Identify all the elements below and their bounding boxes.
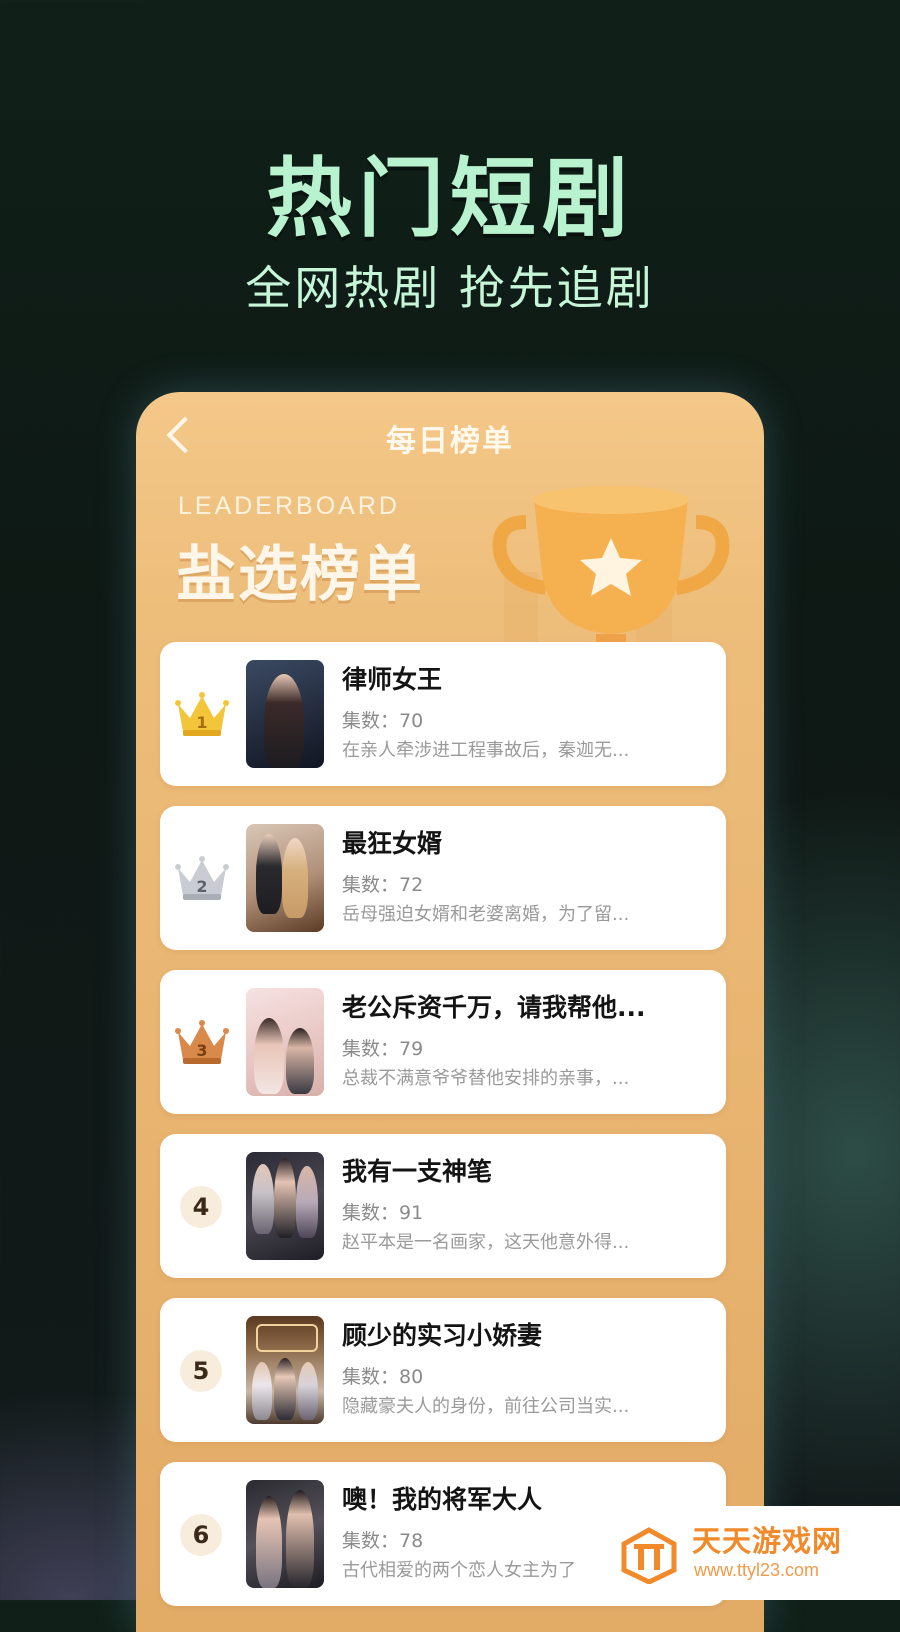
list-item[interactable]: 3 老公斥资千万，请我帮他... 集数：79 总裁不满意爷爷替他安排的亲事，..… bbox=[160, 970, 726, 1114]
poster-image[interactable] bbox=[246, 1480, 324, 1588]
banner-title: 盐选榜单 bbox=[176, 540, 424, 610]
bronze-crown-icon: 3 bbox=[175, 1020, 229, 1064]
rank-number: 5 bbox=[180, 1350, 222, 1392]
item-description: 岳母强迫女婿和老婆离婚，为了留... bbox=[342, 904, 630, 925]
item-title: 我有一支神笔 bbox=[342, 1157, 493, 1186]
watermark-url: www.ttyl23.com bbox=[694, 1560, 820, 1580]
watermark-logo-icon bbox=[621, 1527, 677, 1584]
item-title: 律师女王 bbox=[342, 665, 443, 694]
item-episodes: 集数：91 bbox=[342, 1202, 424, 1224]
item-description: 总裁不满意爷爷替他安排的亲事，... bbox=[342, 1068, 630, 1089]
item-episodes: 集数：72 bbox=[342, 874, 424, 896]
rank-number: 3 bbox=[196, 1041, 207, 1060]
list-item[interactable]: 1 律师女王 集数：70 在亲人牵涉进工程事故后，秦迦无... bbox=[160, 642, 726, 786]
item-episodes: 集数：79 bbox=[342, 1038, 424, 1060]
hero-subtitle: 全网热剧 抢先追剧 bbox=[245, 261, 655, 315]
rank-number: 6 bbox=[180, 1514, 222, 1556]
poster-image[interactable] bbox=[246, 1152, 324, 1260]
poster-image[interactable] bbox=[246, 1316, 324, 1424]
trophy-icon bbox=[492, 486, 730, 662]
banner-english-label: LEADERBOARD bbox=[178, 492, 400, 520]
list-item[interactable]: 2 最狂女婿 集数：72 岳母强迫女婿和老婆离婚，为了留... bbox=[160, 806, 726, 950]
item-episodes: 集数：78 bbox=[342, 1530, 424, 1552]
poster-image[interactable] bbox=[246, 660, 324, 768]
list-item[interactable]: 5 顾少的实习小娇妻 集数：80 隐藏豪夫人的身份，前往公司当实... bbox=[160, 1298, 726, 1442]
gold-crown-icon: 1 bbox=[175, 692, 229, 736]
item-title: 顾少的实习小娇妻 bbox=[342, 1321, 543, 1350]
watermark-name: 天天游戏网 bbox=[692, 1524, 843, 1558]
item-episodes: 集数：80 bbox=[342, 1366, 424, 1388]
rank-number: 1 bbox=[196, 713, 207, 732]
phone-screen: 每日榜单 LEADERBOARD 盐选榜单 1 律师女王 集数：70 在亲人牵涉 bbox=[136, 392, 764, 1632]
hero-title: 热门短剧 bbox=[266, 149, 634, 249]
item-episodes: 集数：70 bbox=[342, 710, 424, 732]
poster-image[interactable] bbox=[246, 988, 324, 1096]
list-item[interactable]: 4 我有一支神笔 集数：91 赵平本是一名画家，这天他意外得... bbox=[160, 1134, 726, 1278]
rank-number: 2 bbox=[196, 877, 207, 896]
item-description: 在亲人牵涉进工程事故后，秦迦无... bbox=[342, 740, 630, 761]
silver-crown-icon: 2 bbox=[175, 856, 229, 900]
item-title: 老公斥资千万，请我帮他... bbox=[342, 993, 646, 1022]
item-description: 赵平本是一名画家，这天他意外得... bbox=[342, 1232, 630, 1253]
poster-image[interactable] bbox=[246, 824, 324, 932]
item-description: 隐藏豪夫人的身份，前往公司当实... bbox=[342, 1396, 630, 1417]
watermark: 天天游戏网 www.ttyl23.com bbox=[600, 1506, 900, 1600]
item-title: 最狂女婿 bbox=[342, 829, 443, 858]
rank-number: 4 bbox=[180, 1186, 222, 1228]
